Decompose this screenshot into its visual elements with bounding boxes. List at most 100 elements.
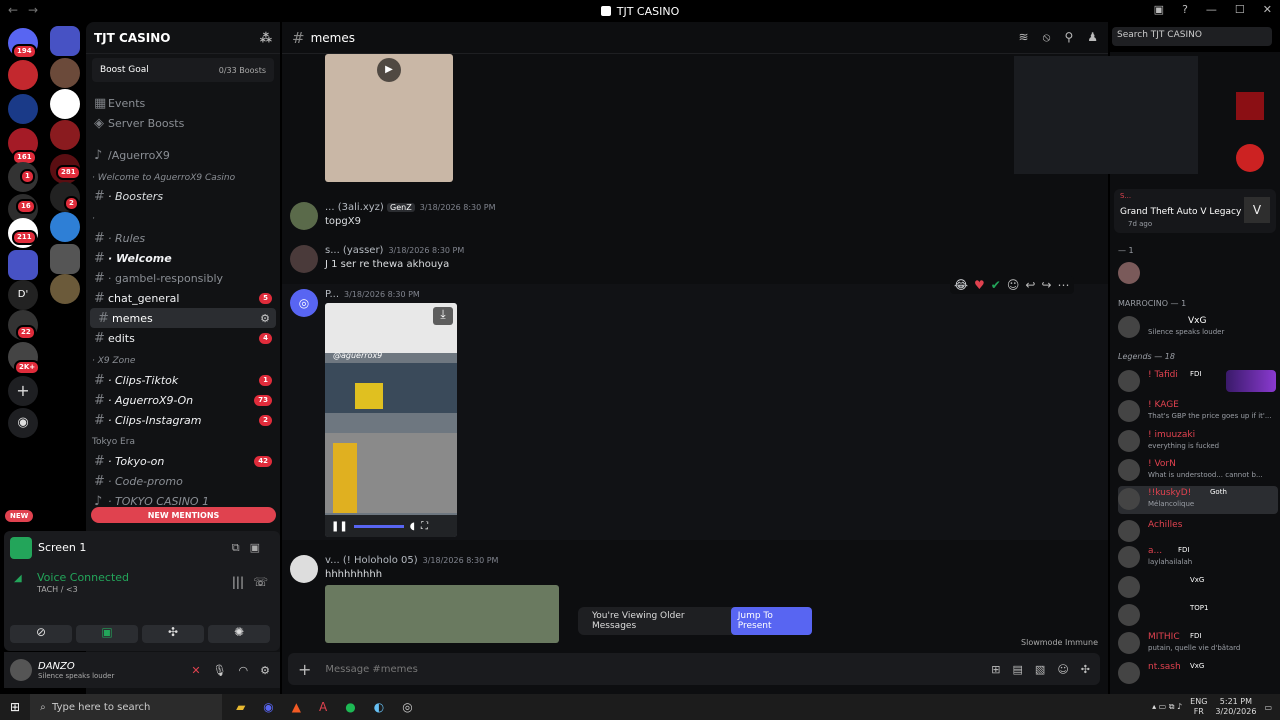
member-item[interactable]: Achilles [1118,518,1278,546]
category-unnamed[interactable]: · [92,214,95,224]
add-server-icon[interactable]: + [8,376,38,406]
discord-icon[interactable]: ◉ [263,700,273,714]
obs-icon[interactable]: ◎ [402,700,412,714]
jump-to-present-button[interactable]: Jump To Present [730,607,812,635]
member-item[interactable]: ! imuuzaki everything is fucked [1118,428,1278,456]
avatar[interactable] [290,555,318,583]
sticker-icon[interactable]: ▧ [1035,663,1045,676]
guild-icon[interactable] [8,60,38,90]
search-input[interactable]: Search TJT CASINO [1112,27,1272,46]
author-name[interactable]: P... [325,289,339,300]
gear-icon[interactable]: ⚙ [260,664,270,677]
channel-rules[interactable]: # · Rules [86,228,280,248]
voice-channel[interactable]: ♪ /AguerroX9 [86,145,280,165]
author-name[interactable]: s... (yasser) [325,245,383,256]
author-name[interactable]: v... (! Holoholo 05) [325,555,418,566]
fullscreen-icon[interactable]: ⛶ [421,521,428,532]
reply-icon[interactable]: ↩ [1025,278,1035,292]
camera-off-button[interactable]: ⊘ [10,625,72,643]
soundboard-button[interactable]: ✺ [208,625,270,643]
channel-chat-general[interactable]: # chat_general 5 [86,288,280,308]
brave-icon[interactable]: ▲ [292,700,301,714]
member-item[interactable]: ! Tafidi FDI [1118,368,1278,396]
member-item[interactable]: MITHIC FDI putain, quelle vie d'bâtard [1118,630,1278,658]
author-name[interactable]: ... (3ali.xyz) [325,202,384,213]
member-item[interactable]: nt.sash VxG [1118,660,1278,688]
avatar[interactable] [1118,262,1140,284]
channel-code-promo[interactable]: # · Code-promo [86,471,280,491]
member-item[interactable]: ! KAGE That's GBP the price goes up if it… [1118,398,1278,426]
region[interactable]: FR [1194,707,1204,716]
member-item[interactable]: TOP1 [1118,602,1278,630]
lang[interactable]: ENG [1190,697,1207,706]
channel-welcome[interactable]: # · Welcome [86,248,280,268]
guild-icon[interactable] [50,58,80,88]
guild-letter[interactable]: D' [8,280,38,310]
taskbar-search[interactable]: ⌕ Type here to search [30,694,223,720]
nav-item-events[interactable]: ▦ Events [86,93,280,113]
nav-arrows[interactable]: ←→ [8,3,48,17]
channel-boosters[interactable]: # · Boosters [86,186,280,206]
boost-goal[interactable]: Boost Goal 0/33 Boosts [92,58,274,82]
pause-icon[interactable]: ❚❚ [331,521,348,532]
tray-icons[interactable]: ▴ ▭ ⧉ ♪ [1152,702,1182,712]
minimize-button[interactable]: — [1206,3,1217,16]
channel-memes[interactable]: # memes ⚙ [90,308,276,328]
close-button[interactable]: ✕ [1263,3,1272,16]
members-icon[interactable]: ♟ [1087,30,1098,45]
member-item[interactable]: a... FDI laylahailalah [1118,544,1278,572]
notifications-icon[interactable]: ▭ [1264,703,1272,712]
noise-icon[interactable]: ||| [232,575,244,589]
new-pill[interactable]: NEW [5,510,34,522]
steam-icon[interactable]: ◐ [374,700,384,714]
laugh-emoji-icon[interactable]: 😂 [954,278,968,292]
emoji-icon[interactable]: ☺ [1057,663,1068,676]
video-attachment[interactable]: ▶ [325,54,453,182]
voice-channel-name[interactable]: TACH / <3 [37,585,78,594]
settings-icon[interactable]: ⚙ [260,312,270,325]
message-input[interactable]: Message #memes [325,664,417,675]
gift-icon[interactable]: ⊞ [991,663,1000,676]
activity-card[interactable]: S... Grand Theft Auto V Legacy 7d ago V [1114,189,1276,233]
popout-icon[interactable]: ⧉▣ [232,541,270,555]
activities-button[interactable]: ✣ [142,625,204,643]
help-icon[interactable]: ? [1182,3,1188,16]
video-player[interactable]: @aguerrox9 ⤓ ❚❚ ◖ ⛶ [325,303,457,537]
explorer-icon[interactable]: ▰ [236,700,245,714]
progress-bar[interactable] [353,524,404,528]
category-welcome[interactable]: · Welcome to AguerroX9 Casino [92,173,235,183]
spotify-icon[interactable]: ● [345,700,355,714]
nav-item-server-boosts[interactable]: ◈ Server Boosts [86,113,280,133]
invite-icon[interactable]: ⁂ [260,31,272,45]
stream-icon[interactable]: ✕ [191,664,200,677]
more-icon[interactable]: ⋯ [1058,278,1070,292]
channel-clips-tiktok[interactable]: # · Clips-Tiktok 1 [86,370,280,390]
forward-icon[interactable]: ↪ [1041,278,1051,292]
guild-icon[interactable] [50,212,80,242]
member-item[interactable]: VxG [1118,574,1278,602]
category-x9-zone[interactable]: · X9 Zone [92,356,135,366]
avatar[interactable] [290,245,318,273]
category-tokyo-era[interactable]: Tokyo Era [92,437,135,447]
member-item[interactable]: ! VorN What is understood... cannot b... [1118,457,1278,485]
channel-gambel-responsibly[interactable]: # · gambel-responsibly [86,268,280,288]
server-header[interactable]: TJT CASINO ⁂ [86,22,280,54]
heart-emoji-icon[interactable]: ♥ [974,278,985,292]
channel-edits[interactable]: # edits 4 [86,328,280,348]
screen-share-button[interactable]: ▣ [76,625,138,643]
clock-date[interactable]: 3/20/2026 [1215,707,1256,716]
volume-icon[interactable]: ◖ [410,521,415,532]
guild-icon[interactable] [50,244,80,274]
discord-avatar[interactable]: ◎ [290,289,318,317]
adobe-icon[interactable]: A [319,700,327,714]
preview-thumb[interactable] [1236,92,1264,120]
add-attachment-icon[interactable]: + [298,660,311,679]
guild-icon[interactable] [8,94,38,124]
maximize-button[interactable]: ☐ [1235,3,1245,16]
image-attachment[interactable] [325,585,559,643]
play-icon[interactable]: ▶ [377,58,401,82]
member-item[interactable]: !!kuskyD! Goth Mélancolique [1118,486,1278,514]
guild-icon[interactable] [50,120,80,150]
avatar[interactable] [10,659,32,681]
channel-tokyo-on[interactable]: # · Tokyo-on 42 [86,451,280,471]
